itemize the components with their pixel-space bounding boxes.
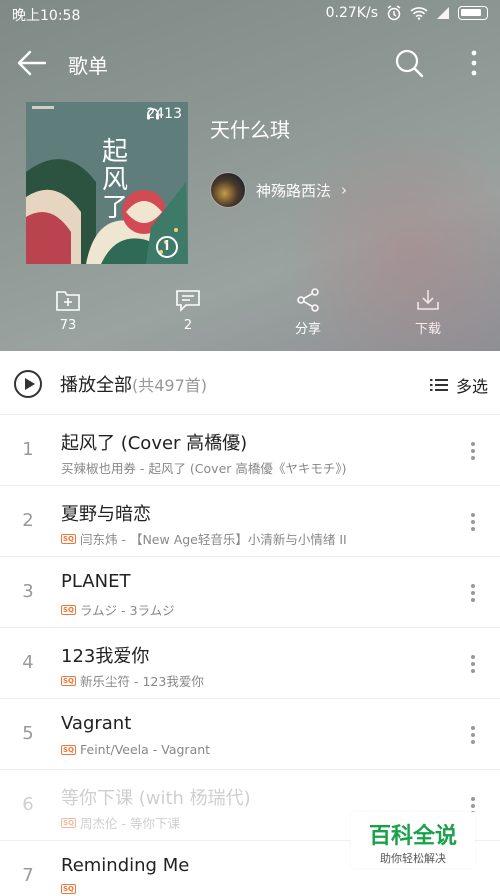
song-row[interactable]: 2 夏野与暗恋 SQ 闫东炜 - 【New Age轻音乐】小清新与小情绪 II [0,486,500,557]
download-label: 下载 [414,322,441,337]
creator-avatar [210,172,246,208]
song-more-icon[interactable] [470,583,476,603]
song-index: 4 [22,652,34,673]
song-index: 3 [22,581,34,602]
network-speed: 0.27K/s [325,5,378,21]
watermark-logo: 百科全说 助你轻松解决 [351,812,475,868]
sq-badge: SQ [61,533,76,544]
list-icon [429,379,448,391]
watermark-title: 百科全说 [368,824,457,849]
sq-badge: SQ [61,744,76,755]
alarm-icon [387,5,401,21]
sq-badge: SQ [61,817,76,828]
wifi-icon [410,7,428,20]
cover-title: 起风了 [102,137,129,223]
song-subtitle: 买辣椒也用券 - 起风了 (Cover 高橋優《ヤキモチ》) [61,458,347,477]
song-title: PLANET [61,571,131,592]
collect-button[interactable]: 73 [28,288,108,333]
song-index: 1 [22,439,34,460]
song-title: Reminding Me [61,855,190,876]
playlist-name: 天什么琪 [210,118,290,142]
song-artist-album: 买辣椒也用券 - 起风了 (Cover 高橋優《ヤキモチ》) [61,461,347,476]
playlist-cover[interactable]: 2413 起风了 i [26,102,188,264]
song-index: 7 [22,865,34,886]
multi-select-button[interactable]: 多选 [429,373,488,397]
creator-link[interactable]: 神殇路西法 › [210,172,347,208]
song-row[interactable]: 1 起风了 (Cover 高橋優) 买辣椒也用券 - 起风了 (Cover 高橋… [0,415,500,486]
play-all-icon[interactable] [14,370,42,398]
song-artist-album: 新乐尘符 - 123我爱你 [80,674,204,689]
comment-button[interactable]: 2 [148,288,228,333]
share-icon [297,288,319,312]
page-title: 歌单 [68,54,108,78]
song-more-icon[interactable] [470,441,476,461]
top-nav: 歌单 [0,40,500,86]
multi-select-label: 多选 [455,377,488,396]
back-arrow-icon[interactable] [16,48,48,78]
sq-badge: SQ [61,884,76,894]
search-icon[interactable] [394,48,424,78]
song-artist-album: 闫东炜 - 【New Age轻音乐】小清新与小情绪 II [80,532,347,547]
share-button[interactable]: 分享 [268,288,348,337]
song-row[interactable]: 4 123我爱你 SQ 新乐尘符 - 123我爱你 [0,628,500,699]
song-title: 起风了 (Cover 高橋優) [61,433,248,454]
song-more-icon[interactable] [470,654,476,674]
comment-count: 2 [183,318,193,333]
song-more-icon[interactable] [470,725,476,745]
song-index: 2 [22,510,34,531]
song-row[interactable]: 5 Vagrant SQ Feint/Veela - Vagrant [0,699,500,770]
song-subtitle: SQ [61,884,80,894]
play-all-bar: 播放全部(共497首) 多选 [0,351,500,415]
song-title: 夏野与暗恋 [61,504,151,525]
chevron-right-icon: › [341,181,348,199]
song-more-icon[interactable] [470,512,476,532]
sq-badge: SQ [61,604,76,615]
signal-icon [437,7,449,19]
song-subtitle: SQ ラムジ - 3ラムジ [61,600,175,619]
more-menu-icon[interactable] [466,48,482,78]
info-icon[interactable]: i [156,236,178,258]
song-index: 5 [22,723,34,744]
comment-icon [176,290,200,312]
share-label: 分享 [294,322,321,337]
collect-count: 73 [59,318,77,333]
song-subtitle: SQ 新乐尘符 - 123我爱你 [61,671,204,690]
listen-count: 2413 [146,106,182,122]
sq-badge: SQ [61,675,76,686]
creator-name: 神殇路西法 [256,181,332,200]
watermark-subtitle: 助你轻松解决 [380,852,446,865]
song-subtitle: SQ 闫东炜 - 【New Age轻音乐】小清新与小情绪 II [61,529,347,548]
song-index: 6 [22,794,34,815]
song-subtitle: SQ Feint/Veela - Vagrant [61,742,210,757]
song-count: (共497首) [132,376,208,395]
action-bar: 73 2 分享 下载 [0,288,500,344]
headphone-icon [147,108,160,120]
download-button[interactable]: 下载 [388,288,468,337]
download-icon [417,290,439,310]
song-title: 等你下课 (with 杨瑞代) [61,788,251,809]
song-row[interactable]: 3 PLANET SQ ラムジ - 3ラムジ [0,557,500,628]
song-artist-album: ラムジ - 3ラムジ [80,603,175,618]
status-bar: 晚上10:58 0.27K/s [0,0,500,28]
song-artist-album: 周杰伦 - 等你下课 [80,816,180,831]
battery-icon [458,6,488,20]
add-folder-icon [56,291,80,311]
status-icons: 0.27K/s [326,5,488,21]
status-time: 晚上10:58 [12,8,81,24]
song-artist-album: Feint/Veela - Vagrant [80,742,211,757]
play-all-label: 播放全部 [60,375,132,396]
song-subtitle: SQ 周杰伦 - 等你下课 [61,813,180,832]
song-title: 123我爱你 [61,646,150,667]
play-all-button[interactable]: 播放全部(共497首) [60,371,207,397]
song-title: Vagrant [61,713,132,734]
playlist-header: 晚上10:58 0.27K/s 歌单 2413 起风了 i 天什么琪 神殇路西法… [0,0,500,351]
